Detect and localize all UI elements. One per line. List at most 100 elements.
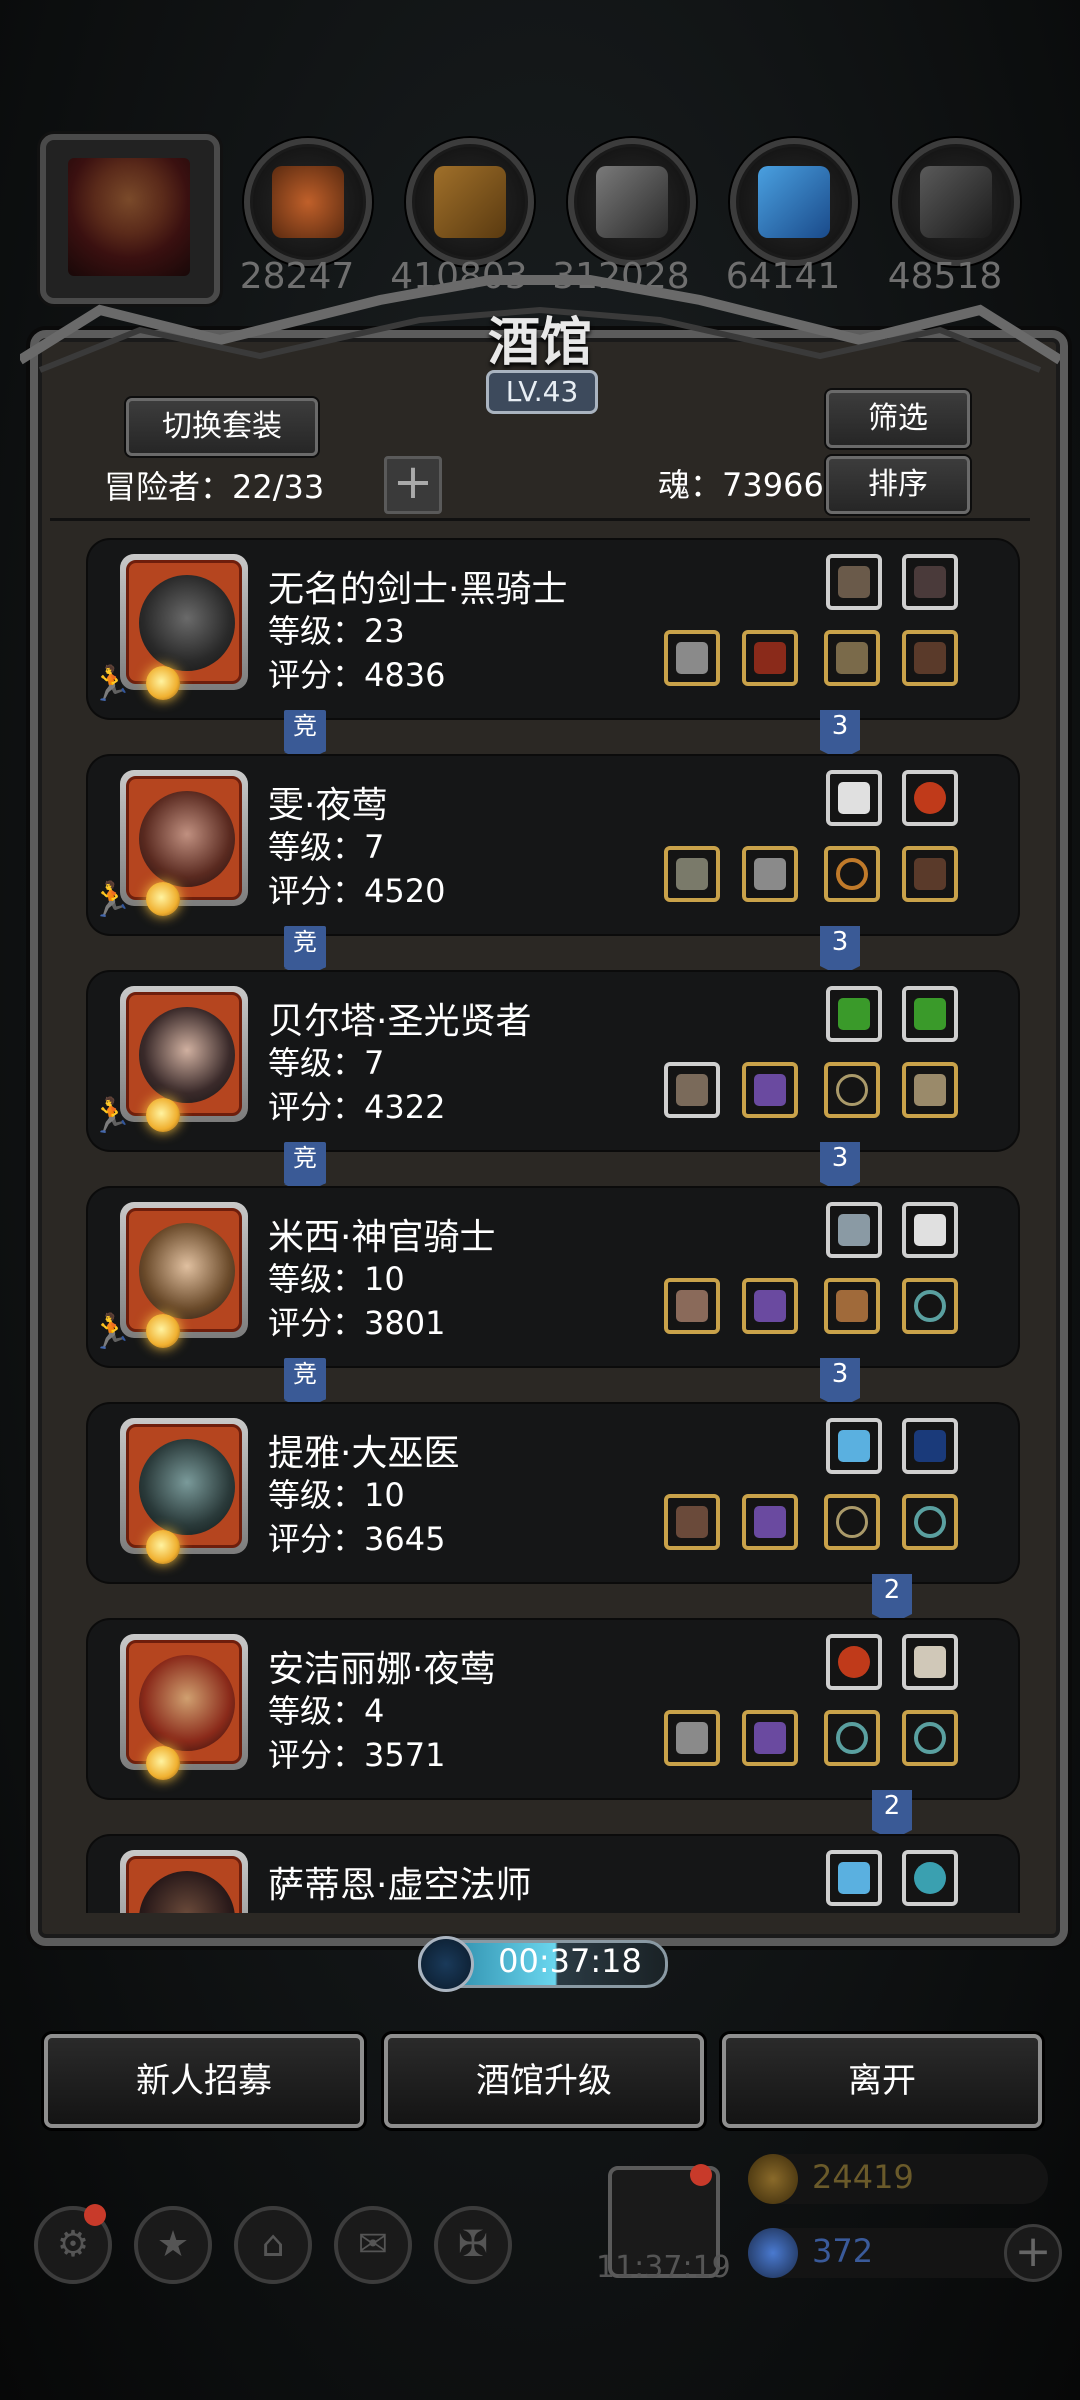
souls-count: 魂：73966 [658, 466, 824, 504]
purple-armor-icon[interactable] [742, 1494, 798, 1550]
notification-dot [690, 2164, 712, 2186]
hero-card[interactable]: 🏃 贝尔塔·圣光贤者 等级：7 评分：4322 [88, 972, 1018, 1150]
blue-bracelet-icon[interactable] [902, 1850, 958, 1906]
sword-icon[interactable] [664, 630, 720, 686]
star-medal-icon[interactable]: ★ [134, 2206, 212, 2284]
necklace-icon[interactable] [824, 1494, 880, 1550]
spear-icon[interactable] [664, 846, 720, 902]
jade-ring-icon[interactable] [902, 1710, 958, 1766]
blue-crystal-icon [758, 166, 830, 238]
add-slot-button[interactable]: + [384, 456, 442, 514]
bronze-armor-icon[interactable] [824, 630, 880, 686]
white-claw-icon[interactable] [902, 1634, 958, 1690]
star-tag: 3 [820, 1358, 860, 1408]
purple-armor-icon[interactable] [742, 1062, 798, 1118]
clock-icon [418, 1936, 474, 1992]
hero-card[interactable]: 🏃 雯·夜莺 等级：7 评分：4520 [88, 756, 1018, 934]
jade-ring-icon[interactable] [824, 1710, 880, 1766]
hero-portrait [120, 1418, 248, 1554]
tavern-upgrade-button[interactable]: 酒馆升级 [384, 2034, 704, 2128]
grey-book-icon[interactable] [826, 1202, 882, 1258]
add-currency-button[interactable]: + [1004, 2224, 1062, 2282]
guild-icon[interactable]: ✠ [434, 2206, 512, 2284]
resource-slot-coin[interactable] [244, 138, 372, 266]
shop-icon[interactable]: ⌂ [234, 2206, 312, 2284]
white-wing-icon[interactable] [902, 1202, 958, 1258]
blue-gauntlet-icon[interactable] [826, 1850, 882, 1906]
filter-button[interactable]: 筛选 [826, 390, 970, 448]
hero-list[interactable]: 🏃 无名的剑士·黑骑士 等级：23 评分：4836 竞 3 🏃 雯·夜莺 等级：… [50, 528, 1032, 1913]
hero-score: 评分：3645 [268, 1520, 446, 1558]
resource-slot-iron[interactable] [568, 138, 696, 266]
sort-button[interactable]: 排序 [826, 456, 970, 514]
gold-ring-icon[interactable] [824, 846, 880, 902]
gem-currency: 372 [748, 2228, 1048, 2278]
white-feather-icon[interactable] [826, 770, 882, 826]
wood-plank-icon [434, 166, 506, 238]
hero-name: 提雅·大巫医 [268, 1433, 460, 1474]
gauntlet-icon[interactable] [902, 1062, 958, 1118]
gold-scroll-icon [748, 2154, 798, 2204]
iron-ingot-icon [596, 166, 668, 238]
gem-value: 372 [812, 2232, 874, 2270]
gold-currency: 24419 [748, 2154, 1048, 2204]
green-scroll-icon[interactable] [902, 986, 958, 1042]
red-gem-icon[interactable] [826, 1634, 882, 1690]
sword-icon[interactable] [664, 1710, 720, 1766]
gift-timer: 11:37:19 [596, 2250, 731, 2285]
recruit-button[interactable]: 新人招募 [44, 2034, 364, 2128]
leather-boots-icon[interactable] [902, 846, 958, 902]
staff-icon[interactable] [664, 1494, 720, 1550]
star-tag: 3 [820, 1142, 860, 1192]
arena-tag: 竞 [284, 710, 326, 762]
star-tag: 3 [820, 710, 860, 760]
blue-bow-icon[interactable] [902, 1418, 958, 1474]
hero-portrait [120, 1634, 248, 1770]
blue-gauntlet-icon[interactable] [826, 1418, 882, 1474]
jade-ring-icon[interactable] [902, 1494, 958, 1550]
hero-score: 评分：4322 [268, 1088, 446, 1126]
hero-name: 雯·夜莺 [268, 785, 388, 826]
hero-level: 等级：7 [268, 1044, 385, 1082]
hero-card[interactable]: 安洁丽娜·夜莺 等级：4 评分：3571 [88, 1620, 1018, 1798]
hero-portrait [120, 770, 248, 906]
star-tag: 2 [872, 1790, 912, 1840]
hero-score: 评分：3801 [268, 1304, 446, 1342]
hammer-icon[interactable] [664, 1062, 720, 1118]
arena-tag: 竞 [284, 1142, 326, 1194]
hero-name: 贝尔塔·圣光贤者 [268, 1001, 532, 1042]
leather-boots-icon[interactable] [902, 630, 958, 686]
red-helmet-icon[interactable] [742, 630, 798, 686]
switch-outfit-button[interactable]: 切换套装 [126, 398, 318, 456]
runner-icon: 🏃 [90, 1312, 133, 1352]
hero-card[interactable]: 提雅·大巫医 等级：10 评分：3645 [88, 1404, 1018, 1582]
notification-dot [84, 2204, 106, 2226]
jade-ring-icon[interactable] [902, 1278, 958, 1334]
resource-slot-wood[interactable] [406, 138, 534, 266]
hero-name: 安洁丽娜·夜莺 [268, 1649, 496, 1690]
hero-level: 等级：10 [268, 1476, 405, 1514]
hero-card[interactable]: 萨蒂恩·虚空法师 [88, 1836, 1018, 1913]
axe-icon[interactable] [664, 1278, 720, 1334]
resource-slot-steel[interactable] [892, 138, 1020, 266]
purple-armor-icon[interactable] [742, 1710, 798, 1766]
purple-armor-icon[interactable] [742, 1278, 798, 1334]
boots-icon[interactable] [824, 1278, 880, 1334]
mail-icon[interactable]: ✉ [334, 2206, 412, 2284]
runner-icon: 🏃 [90, 1096, 133, 1136]
hero-card[interactable]: 🏃 米西·神官骑士 等级：10 评分：3801 [88, 1188, 1018, 1366]
crossbow-icon[interactable] [826, 554, 882, 610]
leave-button[interactable]: 离开 [722, 2034, 1042, 2128]
red-gem-icon[interactable] [902, 770, 958, 826]
green-scroll-icon[interactable] [826, 986, 882, 1042]
hero-card[interactable]: 🏃 无名的剑士·黑骑士 等级：23 评分：4836 [88, 540, 1018, 718]
hero-name: 无名的剑士·黑骑士 [268, 569, 568, 610]
blue-gem-icon [748, 2228, 798, 2278]
hero-portrait [120, 986, 248, 1122]
resource-slot-crystal[interactable] [730, 138, 858, 266]
tavern-level-badge: LV.43 [486, 370, 598, 414]
moon-badge-icon [146, 1530, 180, 1564]
black-feather-icon[interactable] [902, 554, 958, 610]
necklace-icon[interactable] [824, 1062, 880, 1118]
chest-armor-icon[interactable] [742, 846, 798, 902]
